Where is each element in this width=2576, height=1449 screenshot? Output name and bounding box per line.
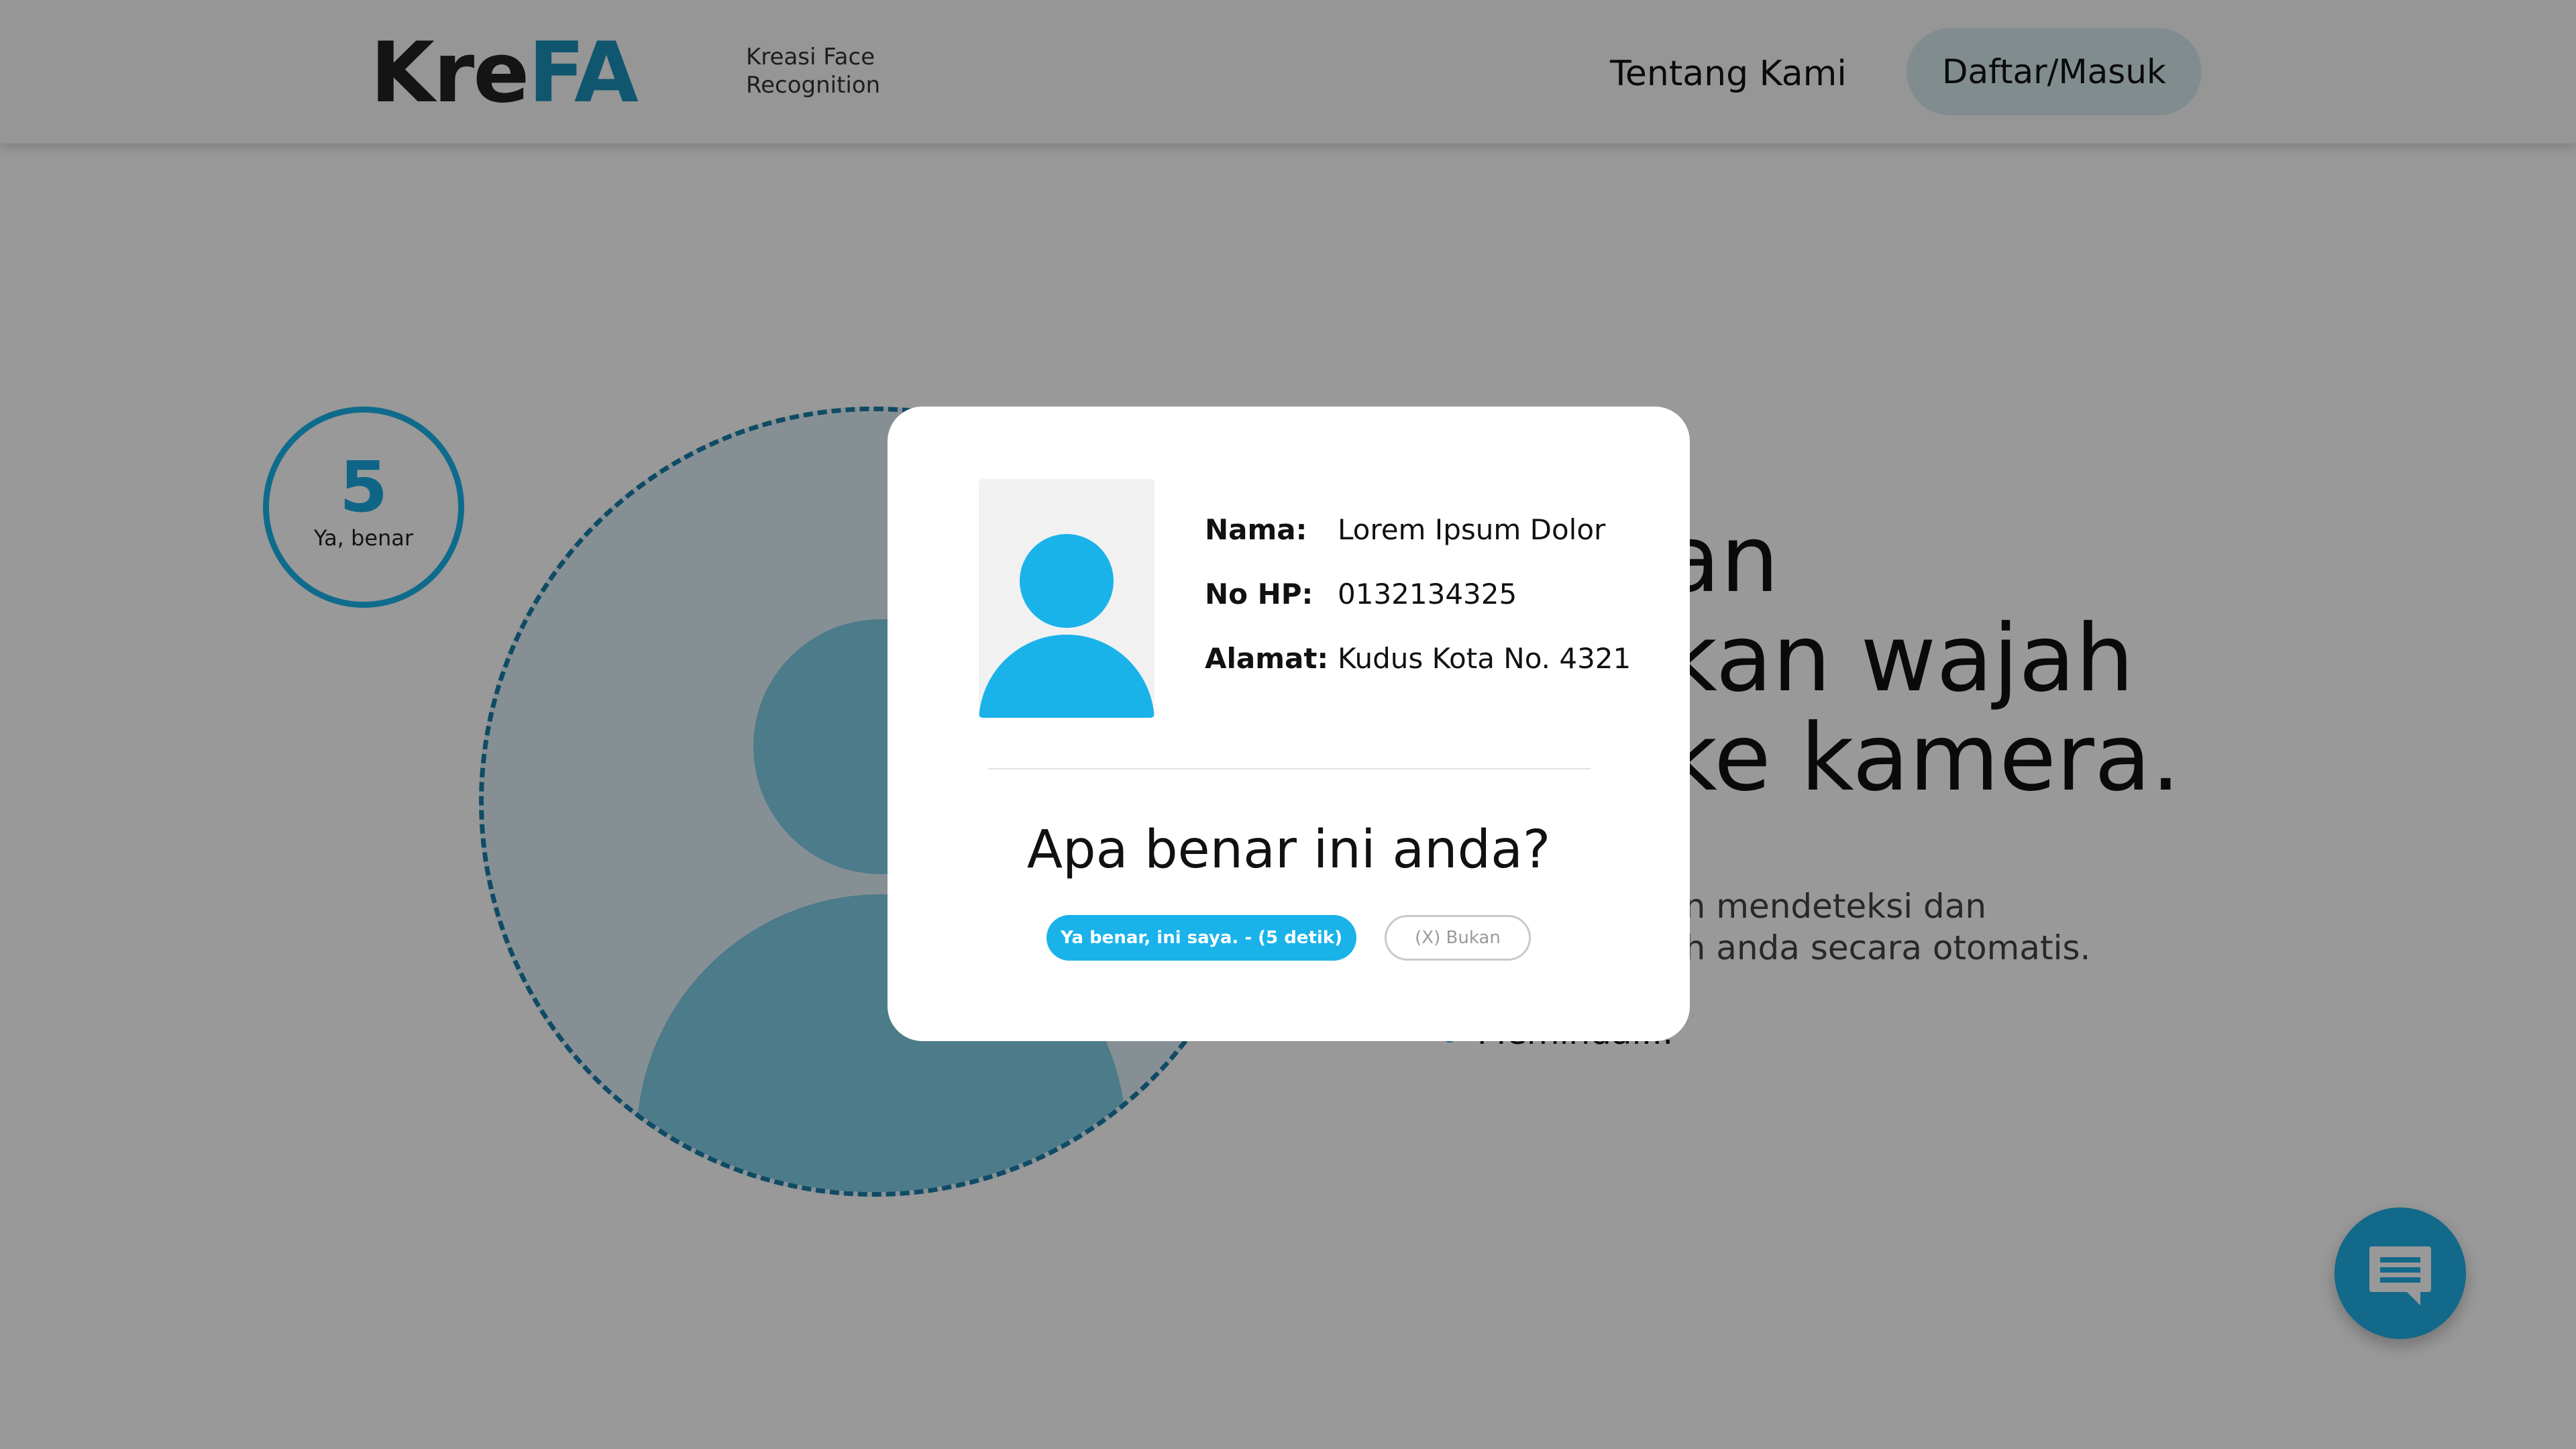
reject-button[interactable]: (X) Bukan xyxy=(1385,915,1531,961)
confirm-yes-button[interactable]: Ya benar, ini saya. - (5 detik) xyxy=(1046,915,1356,961)
info-label: No HP: xyxy=(1205,578,1313,610)
user-avatar-icon xyxy=(1020,534,1114,628)
user-photo xyxy=(979,479,1155,718)
info-label: Nama: xyxy=(1205,513,1307,546)
user-info: Nama: Lorem Ipsum Dolor No HP: 0132134325 … xyxy=(1205,514,1631,707)
info-row-address: Alamat: Kudus Kota No. 4321 xyxy=(1205,643,1631,707)
user-avatar-body xyxy=(979,635,1155,718)
info-value: Lorem Ipsum Dolor xyxy=(1338,513,1606,546)
info-row-name: Nama: Lorem Ipsum Dolor xyxy=(1205,514,1631,578)
info-value: Kudus Kota No. 4321 xyxy=(1338,642,1631,675)
confirm-question: Apa benar ini anda? xyxy=(1026,820,1551,880)
confirm-identity-modal: Nama: Lorem Ipsum Dolor No HP: 0132134325 … xyxy=(888,407,1690,1041)
info-value: 0132134325 xyxy=(1338,578,1517,610)
info-row-phone: No HP: 0132134325 xyxy=(1205,578,1631,643)
info-label: Alamat: xyxy=(1205,642,1329,675)
divider xyxy=(988,768,1591,769)
